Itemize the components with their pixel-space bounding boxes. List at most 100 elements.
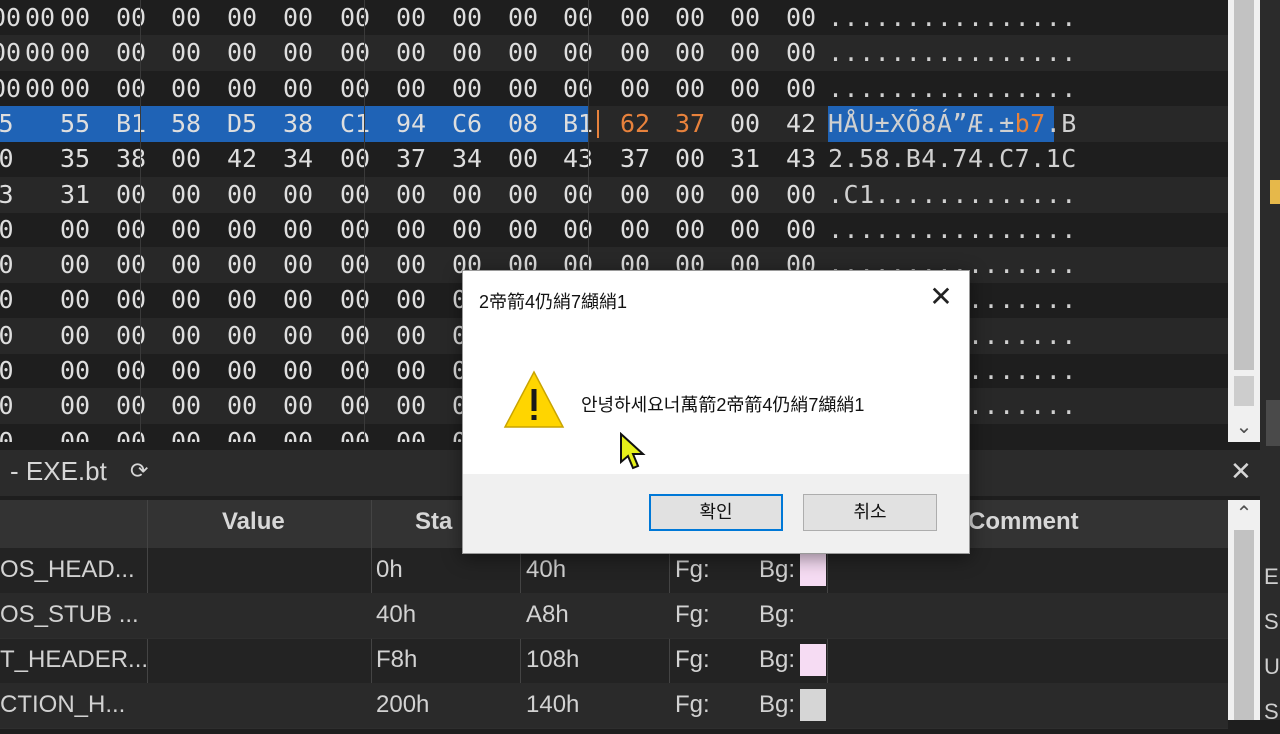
hex-byte[interactable]: 00 [391, 249, 431, 281]
scrollbar-thumb[interactable] [1234, 530, 1254, 720]
hex-byte[interactable]: 00 [166, 73, 206, 105]
close-icon[interactable]: ✕ [925, 281, 957, 313]
hex-byte[interactable]: 0 [0, 355, 26, 387]
hex-byte[interactable]: 00 [503, 179, 543, 211]
folder-icon[interactable] [1270, 180, 1280, 204]
hex-byte[interactable]: 00 [278, 426, 318, 442]
hex-byte[interactable]: 00 [447, 2, 487, 34]
hex-byte[interactable]: 00 [55, 426, 95, 442]
bg-color-swatch[interactable] [800, 689, 826, 721]
hex-byte[interactable]: 00 [391, 179, 431, 211]
hex-byte[interactable]: 0 [0, 284, 26, 316]
table-row[interactable]: OS_HEAD... 0h 40h Fg: Bg: [0, 548, 1228, 594]
hex-row[interactable]: 00000000000000000000000000000000........… [0, 71, 1228, 107]
hex-byte[interactable]: 00 [558, 73, 598, 105]
hex-byte[interactable]: 00 [725, 179, 765, 211]
hex-byte[interactable]: 00 [335, 143, 375, 175]
hex-byte[interactable]: 00 [558, 214, 598, 246]
ascii-column[interactable]: ................ [828, 2, 1077, 34]
hex-byte[interactable]: 31 [725, 143, 765, 175]
hex-byte[interactable]: 00 [278, 37, 318, 69]
hex-row[interactable]: 5 55 B1 58 D5 38 C1 94 C6 08 B1 62 37 00 42 HÅU±XÕ8Á”Æ.… [0, 105, 1228, 142]
hex-byte[interactable]: 31 [55, 179, 95, 211]
hex-byte[interactable]: 00 [391, 390, 431, 422]
hex-byte[interactable]: 00 [503, 143, 543, 175]
hex-byte[interactable]: 94 [391, 108, 431, 140]
close-panel-button[interactable]: ✕ [1230, 456, 1252, 487]
hex-byte[interactable]: 00 [335, 73, 375, 105]
hex-byte[interactable]: D5 [222, 108, 262, 140]
ascii-column[interactable]: 2.58.B4.74.C7.1C [828, 143, 1077, 175]
hex-byte[interactable]: 00 [111, 73, 151, 105]
hex-byte[interactable]: 00 [670, 73, 710, 105]
hex-byte[interactable]: 00 [615, 37, 655, 69]
hex-byte[interactable]: 00 [615, 214, 655, 246]
hex-byte[interactable]: 00 [391, 73, 431, 105]
ascii-column[interactable]: ................ [828, 37, 1077, 69]
hex-byte[interactable]: 00 [55, 73, 95, 105]
hex-byte[interactable]: 00 [278, 355, 318, 387]
hex-byte[interactable]: 00 [20, 73, 60, 105]
hex-byte[interactable]: 00 [781, 37, 821, 69]
hex-byte[interactable]: 00 [55, 320, 95, 352]
table-row[interactable]: OS_STUB ... 40h A8h Fg: Bg: [0, 593, 1228, 639]
hex-byte[interactable]: 00 [447, 37, 487, 69]
hex-byte[interactable]: 00 [111, 426, 151, 442]
hex-byte[interactable]: 00 [615, 2, 655, 34]
hex-byte[interactable]: 00 [166, 320, 206, 352]
hex-byte[interactable]: 00 [55, 284, 95, 316]
refresh-icon[interactable]: ⟳ [130, 458, 148, 484]
hex-byte[interactable]: 00 [725, 214, 765, 246]
hex-byte[interactable]: 00 [670, 2, 710, 34]
hex-byte[interactable]: 37 [615, 143, 655, 175]
hex-byte[interactable]: 00 [55, 214, 95, 246]
hex-byte[interactable]: 3 [0, 179, 26, 211]
hex-byte[interactable]: 0 [0, 426, 26, 442]
hex-byte[interactable]: C1 [335, 108, 375, 140]
hex-byte[interactable]: 37 [670, 108, 710, 140]
hex-byte[interactable]: 00 [222, 320, 262, 352]
hex-byte[interactable]: 00 [111, 37, 151, 69]
hex-byte[interactable]: 00 [222, 73, 262, 105]
hex-byte[interactable]: 43 [781, 143, 821, 175]
scroll-down-arrow-icon[interactable]: ⌄ [1228, 412, 1260, 442]
scrollbar-track[interactable] [1234, 376, 1254, 406]
hex-byte[interactable]: 37 [391, 143, 431, 175]
hex-byte[interactable]: 00 [55, 2, 95, 34]
table-vertical-scrollbar[interactable]: ⌃ [1228, 500, 1260, 720]
hex-byte[interactable]: 00 [391, 355, 431, 387]
hex-byte[interactable]: 00 [335, 390, 375, 422]
hex-byte[interactable]: 00 [55, 355, 95, 387]
hex-byte[interactable]: 00 [781, 179, 821, 211]
hex-byte[interactable]: 00 [222, 37, 262, 69]
hex-byte[interactable]: 00 [278, 320, 318, 352]
hex-byte[interactable]: 00 [335, 179, 375, 211]
hex-byte[interactable]: 00 [558, 2, 598, 34]
hex-byte[interactable]: 00 [335, 284, 375, 316]
hex-byte[interactable]: 55 [55, 108, 95, 140]
column-header-comment[interactable]: Comment [968, 508, 1079, 536]
hex-row[interactable]: 00000000000000000000000000000...........… [0, 212, 1228, 248]
hex-byte[interactable]: 00 [503, 214, 543, 246]
hex-row[interactable]: 00000000000000000000000000000000........… [0, 35, 1228, 72]
hex-byte[interactable]: 00 [55, 390, 95, 422]
hex-byte[interactable]: 08 [503, 108, 543, 140]
hex-byte[interactable]: 00 [725, 2, 765, 34]
cancel-button[interactable]: 취소 [803, 494, 937, 531]
hex-byte[interactable]: 00 [503, 37, 543, 69]
hex-byte[interactable]: 00 [335, 214, 375, 246]
hex-byte[interactable]: 00 [222, 179, 262, 211]
hex-byte[interactable]: 35 [55, 143, 95, 175]
bg-color-swatch[interactable] [800, 644, 826, 676]
hex-byte[interactable]: 00 [447, 179, 487, 211]
hex-byte[interactable]: 00 [111, 355, 151, 387]
hex-byte[interactable]: 00 [278, 73, 318, 105]
hex-byte[interactable]: 38 [111, 143, 151, 175]
hex-byte[interactable]: 00 [335, 37, 375, 69]
hex-row[interactable]: 0 35 38 00 42 34 00 37 34 00 43 37 00 31 43 2.58.B4.74.… [0, 141, 1228, 177]
hex-byte[interactable]: 00 [20, 37, 60, 69]
table-row[interactable]: T_HEADER... F8h 108h Fg: Bg: [0, 638, 1228, 684]
hex-byte[interactable]: 00 [111, 249, 151, 281]
hex-byte[interactable]: 00 [391, 214, 431, 246]
hex-byte[interactable]: 00 [166, 143, 206, 175]
